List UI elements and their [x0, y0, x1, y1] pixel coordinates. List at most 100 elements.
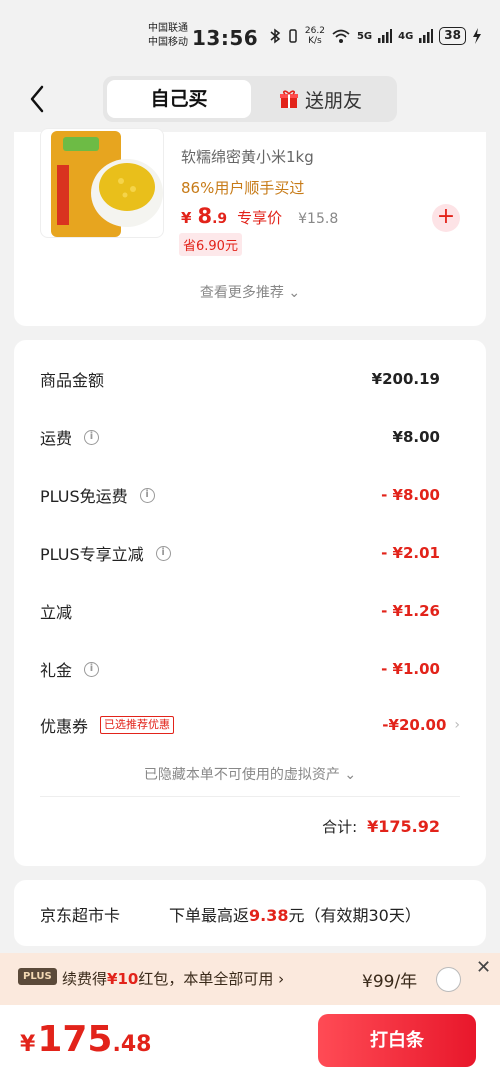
payable-symbol: ¥: [20, 1032, 36, 1057]
battery-icon: 38: [439, 27, 466, 45]
back-icon[interactable]: [24, 82, 54, 116]
price-symbol: ¥: [181, 209, 192, 227]
summary-value: - ¥1.00: [381, 660, 440, 678]
bluetooth-icon: [270, 28, 281, 44]
saving-badge: 省6.90元: [179, 233, 242, 256]
info-icon[interactable]: i: [84, 429, 100, 445]
summary-value: - ¥8.00: [381, 486, 440, 504]
price-summary-card: 商品金额 ¥200.19 运费 i ¥8.00 PLUS免运费 i - ¥8.0…: [14, 340, 486, 866]
original-price: ¥15.8: [298, 211, 339, 227]
hidden-assets-toggle[interactable]: 已隐藏本单不可使用的虚拟资产 ⌄: [14, 764, 486, 784]
price-decimal: .9: [212, 211, 228, 227]
summary-label-wrap: 优惠券 已选推荐优惠: [40, 713, 175, 737]
summary-label-wrap: 运费 i: [40, 425, 100, 449]
header: 自己买 送朋友: [0, 70, 500, 132]
summary-label-wrap: 礼金 i: [40, 657, 100, 681]
plus-renewal-text: 续费得¥10红包，本单全部可用 ›: [62, 968, 284, 989]
plus-select-radio[interactable]: [436, 967, 461, 992]
summary-label: 立减: [40, 603, 73, 622]
more-recommendations-link[interactable]: 查看更多推荐 ⌄: [14, 282, 486, 302]
plus-text-prefix: 续费得: [62, 970, 108, 988]
plus-text-suffix: 红包，本单全部可用 ›: [138, 970, 285, 988]
payable-integer: 175: [37, 1019, 113, 1060]
speed-value: 26.2: [304, 26, 325, 36]
summary-label: 运费: [40, 429, 73, 448]
coupon-recommended-tag: 已选推荐优惠: [100, 716, 175, 734]
checkout-bar: ¥ 175 .48 打白条: [0, 1005, 500, 1083]
total-value: ¥175.92: [367, 817, 440, 836]
purchase-mode-switch: 自己买 送朋友: [103, 76, 397, 122]
tab-gift-label: 送朋友: [305, 89, 363, 112]
summary-label: 礼金: [40, 661, 73, 680]
summary-label-wrap: PLUS专享立减 i: [40, 541, 171, 565]
summary-row-instant-discount: 立减 - ¥1.26: [40, 596, 440, 626]
add-to-order-button[interactable]: +: [432, 204, 460, 232]
product-price-row: ¥ 8 .9 专享价 ¥15.8: [181, 204, 338, 228]
summary-value: -¥20.00: [382, 716, 447, 734]
total-row: 合计: ¥175.92: [322, 816, 440, 837]
jd-card-label: 京东超市卡: [40, 906, 121, 925]
total-label: 合计:: [322, 818, 358, 836]
summary-row-shipping: 运费 i ¥8.00: [40, 422, 440, 452]
cashback-suffix: 元（有效期30天）: [288, 906, 421, 925]
speed-unit: K/s: [308, 36, 322, 46]
summary-value: ¥200.19: [371, 370, 440, 388]
price-integer: 8: [197, 204, 213, 228]
gift-icon: [280, 90, 298, 108]
summary-value: ¥8.00: [392, 428, 440, 446]
summary-value: - ¥2.01: [381, 544, 440, 562]
summary-row-goods: 商品金额 ¥200.19: [40, 364, 440, 394]
recommend-card: 软糯绵密黄小米1kg 86%用户顺手买过 ¥ 8 .9 专享价 ¥15.8 省6…: [14, 128, 486, 326]
plus-red-packet: ¥10: [107, 970, 139, 988]
network-speed: 26.2 K/s: [305, 26, 325, 46]
info-icon[interactable]: i: [139, 487, 155, 503]
summary-row-plus-free-shipping: PLUS免运费 i - ¥8.00: [40, 480, 440, 510]
summary-label: PLUS免运费: [40, 487, 128, 506]
carrier-info: 中国联通 中国移动: [148, 22, 188, 50]
cashback-prefix: 下单最高返: [169, 906, 250, 925]
chevron-right-icon: ›: [454, 717, 460, 733]
plus-renewal-banner[interactable]: PLUS 续费得¥10红包，本单全部可用 › ¥99/年 ✕: [0, 953, 500, 1005]
tab-self-buy[interactable]: 自己买: [107, 80, 251, 118]
carrier-2: 中国移动: [148, 37, 188, 48]
chevron-down-icon: ⌄: [288, 285, 301, 301]
summary-label-wrap: PLUS免运费 i: [40, 483, 155, 507]
status-bar: 中国联通 中国移动 13:56 26.2 K/s 5G 4G 38: [0, 0, 500, 70]
millet-bag-image: [51, 131, 163, 237]
jd-card-cashback: 下单最高返9.38元（有效期30天）: [169, 902, 421, 926]
more-recommendations-label: 查看更多推荐: [199, 285, 284, 301]
clock: 13:56: [192, 26, 259, 50]
system-icons: 26.2 K/s 5G 4G 38: [269, 26, 482, 46]
signal-icon-2: [419, 29, 434, 43]
network-5g-label: 5G: [356, 30, 373, 42]
signal-icon: [378, 29, 393, 43]
charging-icon: [473, 28, 481, 44]
payable-amount: ¥ 175 .48: [20, 1019, 151, 1060]
carrier-1: 中国联通: [148, 23, 188, 34]
info-icon[interactable]: i: [84, 661, 100, 677]
plus-badge: PLUS: [18, 968, 57, 985]
jd-supermarket-card[interactable]: 京东超市卡 下单最高返9.38元（有效期30天）: [14, 880, 486, 946]
summary-label: 商品金额: [40, 371, 105, 390]
divider: [40, 796, 460, 797]
chevron-down-icon: ⌄: [344, 767, 357, 783]
product-image[interactable]: [40, 128, 164, 238]
tab-gift[interactable]: 送朋友: [279, 80, 362, 118]
summary-label: 优惠券: [40, 717, 89, 736]
repurchase-rate: 86%用户顺手买过: [181, 179, 305, 197]
vibrate-icon: [289, 29, 297, 43]
pay-with-baitiao-button[interactable]: 打白条: [318, 1014, 476, 1067]
cashback-amount: 9.38: [249, 906, 289, 925]
payable-decimal: .48: [112, 1032, 152, 1057]
wifi-icon: [332, 29, 350, 43]
summary-label: PLUS专享立减: [40, 545, 144, 564]
product-name: 软糯绵密黄小米1kg: [181, 148, 314, 166]
plus-price: ¥99/年: [362, 972, 418, 992]
summary-value: - ¥1.26: [381, 602, 440, 620]
summary-row-gift-money: 礼金 i - ¥1.00: [40, 654, 440, 684]
close-icon[interactable]: ✕: [476, 957, 491, 978]
info-icon[interactable]: i: [155, 545, 171, 561]
summary-row-coupon[interactable]: 优惠券 已选推荐优惠 -¥20.00 ›: [40, 710, 460, 740]
exclusive-price-tag: 专享价: [237, 209, 283, 227]
network-4g-label: 4G: [398, 30, 414, 42]
